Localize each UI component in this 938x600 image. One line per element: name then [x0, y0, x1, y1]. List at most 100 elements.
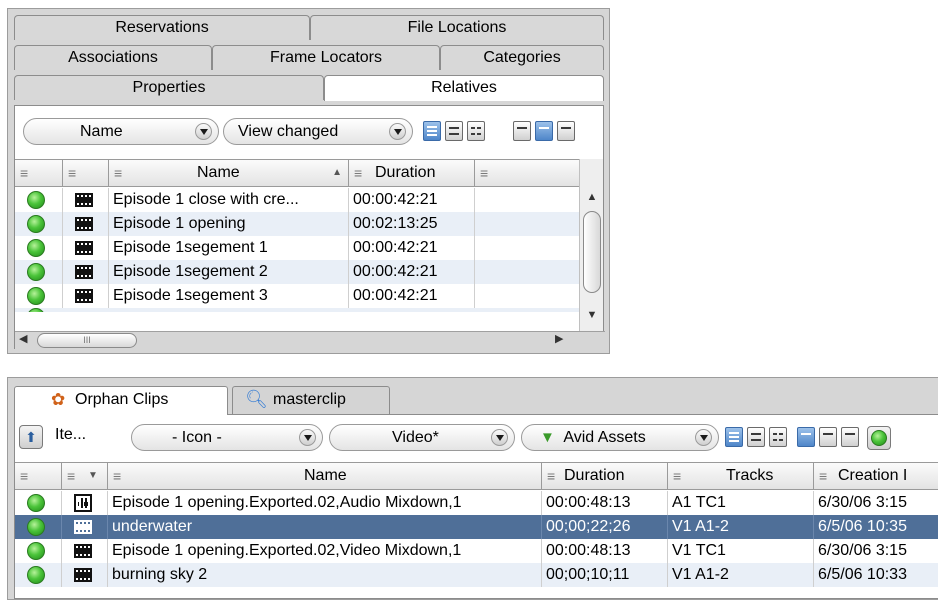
tracks-column-label: Tracks	[726, 467, 774, 484]
icon-cell	[63, 260, 109, 284]
frame-small-icon[interactable]	[513, 121, 531, 141]
list-view-icon[interactable]	[725, 427, 743, 447]
table-row[interactable]: Episode 1 close with cre... 00:00:42:21	[15, 188, 581, 212]
extra-cell	[475, 188, 581, 212]
orphan-clips-icon: ✿	[51, 390, 66, 409]
icon-cell	[63, 284, 109, 308]
icon-cell	[63, 236, 109, 260]
name-cell: Episode 1 opening	[109, 212, 349, 236]
name-column-header[interactable]: ≡ Name	[108, 463, 542, 490]
table-row[interactable]: Episode 1 opening.Exported.02,Video Mixd…	[15, 539, 938, 563]
column-menu-icon: ≡	[114, 165, 123, 181]
compact-list-view-icon[interactable]	[747, 427, 765, 447]
asset-filter-dropdown[interactable]: ▼ Avid Assets	[521, 424, 719, 451]
duration-column-header[interactable]: ≡ Duration	[542, 463, 668, 490]
green-status-icon	[871, 430, 887, 446]
clips-table-header: ≡ ≡ ▼ ≡ Name ≡ Duration ≡ Tracks ≡ Creat…	[15, 462, 938, 490]
table-row[interactable]: Episode 1segement 1 00:00:42:21	[15, 236, 581, 260]
items-label: Ite...	[55, 426, 87, 443]
creation-cell: 6/5/06 10:33	[818, 566, 907, 583]
status-column-header[interactable]: ≡	[15, 463, 62, 490]
horizontal-scrollbar[interactable]: ◀ III ▶	[15, 331, 605, 349]
tab-masterclip[interactable]: 🔍︎ masterclip	[232, 386, 390, 414]
table-row-partial	[15, 308, 581, 312]
duration-cell: 00:00:42:21	[349, 260, 475, 284]
name-cell: Episode 1 opening.Exported.02,Audio Mixd…	[108, 491, 542, 515]
tab-orphan-clips[interactable]: ✿ Orphan Clips	[14, 386, 228, 415]
creation-cell: 6/5/06 10:35	[818, 518, 907, 535]
column-menu-icon: ≡	[20, 165, 29, 181]
duration-cell: 00:00:42:21	[349, 188, 475, 212]
relatives-table: ≡ ≡ ≡ Name ▲ ≡ Duration ≡ Episode 1 clos…	[15, 159, 605, 349]
tab-row-2: Associations Frame Locators Categories	[14, 45, 604, 70]
status-filter-button[interactable]	[867, 426, 891, 450]
relatives-toolbar: Name View changed	[15, 106, 603, 156]
duration-cell: 00:00:48:13	[542, 491, 668, 515]
horizontal-scroll-thumb[interactable]: III	[37, 333, 137, 348]
scroll-left-icon[interactable]: ◀	[19, 332, 27, 345]
tab-properties[interactable]: Properties	[14, 75, 324, 100]
table-row[interactable]: Episode 1segement 3 00:00:42:21	[15, 284, 581, 308]
sort-ascending-icon: ▲	[332, 167, 342, 178]
green-status-icon	[27, 566, 45, 584]
tab-masterclip-label: masterclip	[273, 391, 346, 408]
frame-large-icon[interactable]	[557, 121, 575, 141]
name-cell: burning sky 2	[108, 563, 542, 587]
frame-medium-icon[interactable]	[819, 427, 837, 447]
tab-frame-locators[interactable]: Frame Locators	[212, 45, 440, 70]
go-up-icon[interactable]: ⬆	[19, 425, 43, 449]
scroll-down-icon[interactable]: ▼	[583, 309, 601, 325]
icon-filter-dropdown[interactable]: - Icon -	[131, 424, 323, 451]
column-menu-icon: ≡	[67, 468, 76, 484]
table-row[interactable]: Episode 1segement 2 00:00:42:21	[15, 260, 581, 284]
relatives-content: Name View changed ≡ ≡ ≡ Name ▲ ≡ Duratio…	[14, 105, 605, 349]
video-clip-icon	[75, 193, 93, 207]
chevron-down-icon	[195, 123, 212, 140]
tab-file-locations[interactable]: File Locations	[310, 15, 604, 40]
tracks-cell: V1 A1-2	[668, 563, 814, 587]
icon-column-header[interactable]: ≡	[63, 160, 109, 187]
status-column-header[interactable]: ≡	[15, 160, 63, 187]
sort-by-dropdown[interactable]: Name	[23, 118, 219, 145]
duration-column-header[interactable]: ≡ Duration	[349, 160, 475, 187]
creation-column-header[interactable]: ≡ Creation I	[814, 463, 938, 490]
tab-row-1: Reservations File Locations	[14, 15, 604, 40]
frame-large-icon[interactable]	[841, 427, 859, 447]
compact-list-view-icon[interactable]	[445, 121, 463, 141]
vertical-scrollbar[interactable]: ▲ ▼	[579, 159, 603, 331]
duration-cell: 00;00;22;26	[542, 515, 668, 539]
table-row[interactable]: underwater 00;00;22;26 V1 A1-2 6/5/06 10:35	[15, 515, 938, 539]
tab-reservations[interactable]: Reservations	[14, 15, 310, 40]
extra-cell	[475, 260, 581, 284]
grid-view-icon[interactable]	[769, 427, 787, 447]
view-filter-dropdown[interactable]: View changed	[223, 118, 413, 145]
tab-relatives[interactable]: Relatives	[324, 75, 604, 101]
green-status-icon	[27, 494, 45, 512]
list-view-icon[interactable]	[423, 121, 441, 141]
tracks-cell: A1 TC1	[668, 491, 814, 515]
green-status-icon	[27, 287, 45, 305]
tracks-cell: V1 A1-2	[668, 515, 814, 539]
column-menu-icon: ≡	[673, 468, 682, 484]
media-type-dropdown[interactable]: Video*	[329, 424, 515, 451]
tab-associations[interactable]: Associations	[14, 45, 212, 70]
video-clip-icon	[75, 265, 93, 279]
tracks-column-header[interactable]: ≡ Tracks	[668, 463, 814, 490]
extra-column-header[interactable]: ≡	[475, 160, 581, 187]
frame-medium-icon[interactable]	[535, 121, 553, 141]
table-row[interactable]: Episode 1 opening 00:02:13:25	[15, 212, 581, 236]
grid-view-icon[interactable]	[467, 121, 485, 141]
table-row[interactable]: burning sky 2 00;00;10;11 V1 A1-2 6/5/06 10…	[15, 563, 938, 587]
name-cell: Episode 1segement 1	[109, 236, 349, 260]
filter-icon: ▼	[540, 429, 555, 446]
icon-cell	[63, 188, 109, 212]
vertical-scroll-thumb[interactable]	[583, 211, 601, 293]
scroll-up-icon[interactable]: ▲	[583, 191, 601, 207]
column-dropdown-icon: ▼	[88, 470, 98, 481]
table-row[interactable]: Episode 1 opening.Exported.02,Audio Mixd…	[15, 491, 938, 515]
icon-column-header[interactable]: ≡ ▼	[62, 463, 108, 490]
scroll-right-icon[interactable]: ▶	[555, 332, 563, 345]
tab-categories[interactable]: Categories	[440, 45, 604, 70]
name-column-header[interactable]: ≡ Name ▲	[109, 160, 349, 187]
frame-small-icon[interactable]	[797, 427, 815, 447]
